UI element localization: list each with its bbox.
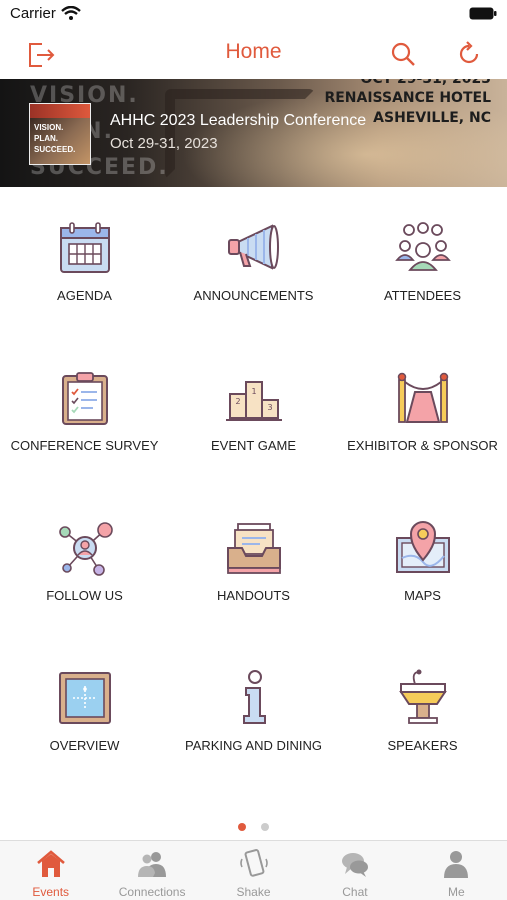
info-board-icon bbox=[58, 672, 111, 724]
banner-venue-date: OCT 29-31, 2023 bbox=[360, 79, 491, 87]
event-title: AHHC 2023 Leadership Conference bbox=[110, 112, 367, 129]
connections-icon bbox=[138, 852, 167, 877]
tab-label: Shake bbox=[236, 885, 271, 899]
tile-exhibitor-sponsor[interactable]: EXHIBITOR & SPONSOR bbox=[338, 338, 507, 488]
banner-hands-frame bbox=[165, 89, 315, 179]
inbox-tray-icon bbox=[226, 523, 281, 574]
tile-attendees[interactable]: ATTENDEES bbox=[338, 188, 507, 338]
refresh-icon bbox=[459, 41, 479, 64]
thumbnail-text: VISION. PLAN. SUCCEED. bbox=[34, 123, 76, 154]
info-icon bbox=[242, 670, 266, 724]
tile-label: ANNOUNCEMENTS bbox=[193, 288, 314, 303]
tile-label: OVERVIEW bbox=[49, 738, 120, 753]
tab-label: Connections bbox=[118, 885, 186, 899]
tile-parking-dining[interactable]: PARKING AND DINING bbox=[169, 638, 338, 788]
red-carpet-icon bbox=[397, 372, 448, 423]
tile-label: HANDOUTS bbox=[217, 588, 290, 603]
tile-event-game[interactable]: 1 2 3 EVENT GAME bbox=[169, 338, 338, 488]
page-dot-active[interactable] bbox=[238, 823, 247, 831]
people-group-icon bbox=[394, 222, 451, 271]
tile-maps[interactable]: MAPS bbox=[338, 488, 507, 638]
tile-announcements[interactable]: ANNOUNCEMENTS bbox=[169, 188, 338, 338]
tile-label: ATTENDEES bbox=[383, 288, 462, 303]
tab-label: Chat bbox=[342, 885, 368, 899]
search-button[interactable] bbox=[383, 35, 423, 73]
megaphone-icon bbox=[227, 224, 279, 270]
tile-label: SPEAKERS bbox=[387, 738, 458, 753]
social-network-icon bbox=[58, 522, 113, 576]
tile-label: CONFERENCE SURVEY bbox=[10, 438, 159, 453]
banner-venue-line: RENAISSANCE HOTEL bbox=[324, 90, 491, 106]
tile-handouts[interactable]: HANDOUTS bbox=[169, 488, 338, 638]
calendar-icon bbox=[59, 222, 110, 273]
tile-label: EXHIBITOR & SPONSOR bbox=[347, 438, 498, 453]
chat-bubbles-icon bbox=[341, 853, 368, 877]
svg-text:2: 2 bbox=[235, 397, 240, 406]
nav-bar: Home bbox=[0, 30, 507, 78]
page-title: Home bbox=[225, 40, 282, 63]
page-dot[interactable] bbox=[260, 823, 269, 831]
refresh-button[interactable] bbox=[449, 35, 489, 73]
tile-label: MAPS bbox=[404, 588, 441, 603]
tile-label: AGENDA bbox=[57, 288, 112, 303]
tile-conference-survey[interactable]: CONFERENCE SURVEY bbox=[0, 338, 169, 488]
lectern-icon bbox=[398, 669, 447, 724]
status-bar: Carrier bbox=[0, 0, 507, 30]
tab-events[interactable]: Events bbox=[0, 841, 101, 900]
search-icon bbox=[391, 42, 415, 66]
svg-text:3: 3 bbox=[267, 403, 272, 412]
tile-speakers[interactable]: SPEAKERS bbox=[338, 638, 507, 788]
carrier-label: Carrier bbox=[10, 5, 56, 22]
tab-bar: Events Connections Shake Chat Me bbox=[0, 840, 507, 900]
person-icon bbox=[444, 851, 469, 878]
event-date: Oct 29-31, 2023 bbox=[110, 135, 218, 152]
tab-me[interactable]: Me bbox=[406, 841, 507, 900]
svg-text:1: 1 bbox=[251, 387, 256, 396]
battery-icon bbox=[469, 7, 497, 20]
clipboard-icon bbox=[61, 372, 108, 425]
map-pin-icon bbox=[395, 521, 450, 573]
tile-follow-us[interactable]: FOLLOW US bbox=[0, 488, 169, 638]
tile-label: PARKING AND DINING bbox=[184, 738, 322, 753]
wifi-icon bbox=[61, 6, 81, 20]
tab-label: Events bbox=[32, 885, 70, 899]
tab-chat[interactable]: Chat bbox=[304, 841, 405, 900]
tile-overview[interactable]: OVERVIEW bbox=[0, 638, 169, 788]
phone-shake-icon bbox=[239, 849, 268, 877]
podium-icon: 1 2 3 bbox=[225, 381, 282, 421]
tile-label: FOLLOW US bbox=[46, 588, 123, 603]
tab-connections[interactable]: Connections bbox=[101, 841, 202, 900]
event-thumbnail: VISION. PLAN. SUCCEED. bbox=[29, 103, 91, 165]
tile-agenda[interactable]: AGENDA bbox=[0, 188, 169, 338]
tile-label: EVENT GAME bbox=[210, 438, 296, 453]
page-indicator bbox=[0, 818, 507, 836]
tab-shake[interactable]: Shake bbox=[203, 841, 304, 900]
home-icon bbox=[36, 850, 65, 877]
event-banner[interactable]: VISION. PLAN. SUCCEED. OCT 29-31, 2023 R… bbox=[0, 79, 507, 187]
tab-label: Me bbox=[447, 885, 465, 899]
